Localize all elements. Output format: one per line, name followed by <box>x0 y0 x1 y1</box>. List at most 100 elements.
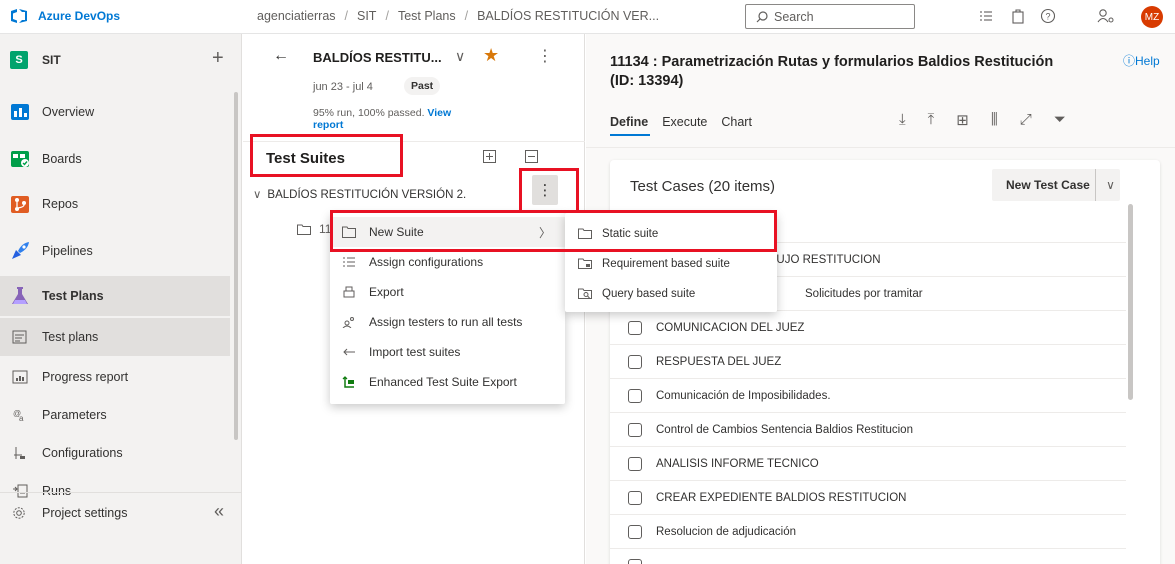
fullscreen-icon[interactable]: ⤢ <box>1020 111 1032 129</box>
grid-icon[interactable]: ⊞ <box>956 111 969 129</box>
sidebar-item-label: Pipelines <box>42 244 93 258</box>
menu-item-query-suite[interactable]: Query based suite <box>565 277 777 307</box>
row-checkbox[interactable] <box>628 491 642 505</box>
tab-define[interactable]: Define <box>610 115 648 129</box>
top-bar: Azure DevOps agenciatierras / SIT / Test Pla… <box>0 0 1175 34</box>
sidebar-subitem-progress-report[interactable]: Progress report <box>0 358 230 396</box>
plan-stats: 95% run, 100% passed. View report <box>313 107 473 131</box>
row-checkbox[interactable] <box>628 423 642 437</box>
pipelines-icon <box>12 242 29 259</box>
user-settings-icon[interactable] <box>1097 8 1115 24</box>
plan-stats-text: 95% run, 100% passed. <box>313 107 425 119</box>
static-suite-icon <box>297 224 311 235</box>
sidebar-item-overview[interactable]: Overview <box>0 92 230 132</box>
sidebar-item-boards[interactable]: Boards <box>0 139 230 179</box>
test-case-title: Control de Cambios Sentencia Baldios Res… <box>656 424 913 436</box>
table-row[interactable]: ANALISIS INFORME TECNICO <box>610 446 1126 480</box>
sidebar-subitem-configurations[interactable]: Configurations <box>0 434 230 472</box>
sidebar-item-pipelines[interactable]: Pipelines <box>0 231 230 271</box>
tab-chart[interactable]: Chart <box>721 115 752 129</box>
svg-text:a: a <box>19 414 24 422</box>
sidebar-subitem-parameters[interactable]: @ a Parameters <box>0 396 230 434</box>
chevron-down-icon[interactable]: ∨ <box>253 189 261 201</box>
search-placeholder: Search <box>774 9 814 24</box>
row-checkbox[interactable] <box>628 525 642 539</box>
task-list-icon[interactable] <box>978 8 994 24</box>
import-icon <box>343 348 355 356</box>
help-icon[interactable]: ? <box>1040 8 1056 24</box>
test-cases-scrollbar[interactable] <box>1128 204 1133 400</box>
row-checkbox[interactable] <box>628 389 642 403</box>
row-checkbox[interactable] <box>628 355 642 369</box>
breadcrumb-org[interactable]: agenciatierras <box>257 9 336 23</box>
menu-item-import-test-suites[interactable]: Import test suites <box>330 337 565 367</box>
breadcrumb-project[interactable]: SIT <box>357 9 376 23</box>
project-settings-link[interactable]: Project settings <box>0 493 210 533</box>
back-arrow-icon[interactable]: ← <box>273 47 289 65</box>
table-row[interactable]: COMUNICACION DEL JUEZ <box>610 310 1126 344</box>
add-icon[interactable]: + <box>212 47 224 70</box>
help-icon: ⓘ <box>1123 54 1136 68</box>
test-plans-list-icon <box>12 330 27 344</box>
plan-dates: jun 23 - jul 4 <box>313 81 373 93</box>
assign-testers-icon <box>342 317 354 328</box>
column-options-icon[interactable]: ⫼ <box>991 111 998 129</box>
search-box[interactable]: Search <box>745 4 915 29</box>
export-icon <box>343 286 355 298</box>
marketplace-icon[interactable] <box>1010 8 1026 24</box>
expand-all-icon[interactable] <box>483 150 496 163</box>
chevron-down-icon[interactable]: ∨ <box>1095 169 1125 201</box>
breadcrumb-plan[interactable]: BALDÍOS RESTITUCIÓN VER... <box>477 9 659 23</box>
suite-child-row[interactable]: 11 <box>297 222 331 236</box>
breadcrumb-test-plans[interactable]: Test Plans <box>398 9 456 23</box>
avatar[interactable]: MZ <box>1141 6 1163 28</box>
menu-item-enhanced-export[interactable]: Enhanced Test Suite Export <box>330 367 565 397</box>
table-row[interactable]: Control de Cambios Sentencia Baldios Res… <box>610 412 1126 446</box>
menu-item-export[interactable]: Export <box>330 277 565 307</box>
sidebar: S SIT + Overview Boards Repos Pipelines … <box>0 34 242 564</box>
enhanced-export-icon <box>342 376 354 388</box>
highlight-test-suites <box>250 134 403 177</box>
project-header[interactable]: S SIT + <box>0 40 242 82</box>
menu-item-label: Assign configurations <box>369 255 484 269</box>
test-case-title: Solicitudes por tramitar <box>805 288 923 300</box>
tab-execute[interactable]: Execute <box>662 115 707 129</box>
menu-item-assign-testers[interactable]: Assign testers to run all tests <box>330 307 565 337</box>
help-link[interactable]: ⓘHelp <box>1123 52 1160 69</box>
sidebar-scrollbar[interactable] <box>234 92 238 440</box>
sidebar-item-label: Test Plans <box>42 289 104 303</box>
sidebar-subitem-label: Configurations <box>42 446 123 460</box>
sidebar-item-test-plans[interactable]: Test Plans <box>0 276 230 316</box>
sidebar-subitem-label: Test plans <box>42 330 99 344</box>
row-checkbox[interactable] <box>628 457 642 471</box>
suite-root-row[interactable]: ∨ BALDÍOS RESTITUCIÓN VERSIÓN 2. <box>253 187 466 201</box>
test-case-title: COMUNICACION DEL JUEZ <box>656 322 805 334</box>
table-row[interactable] <box>610 548 1126 564</box>
plan-title[interactable]: BALDÍOS RESTITU... <box>313 50 442 65</box>
table-row[interactable]: CREAR EXPEDIENTE BALDIOS RESTITUCION <box>610 480 1126 514</box>
brand[interactable]: Azure DevOps <box>10 8 120 24</box>
collapse-all-icon[interactable] <box>525 150 538 163</box>
collapse-sidebar-icon[interactable]: « <box>214 501 224 522</box>
favorite-star-icon[interactable]: ★ <box>483 45 499 66</box>
table-row[interactable]: RESPUESTA DEL JUEZ <box>610 344 1126 378</box>
more-options-icon[interactable]: ⋮ <box>537 46 553 66</box>
query-suite-icon <box>578 288 592 299</box>
chevron-down-icon[interactable]: ∨ <box>455 48 465 65</box>
highlight-new-suite <box>330 210 777 252</box>
download-icon[interactable]: ⤓ <box>899 111 906 129</box>
project-name: SIT <box>42 53 61 67</box>
svg-text:?: ? <box>1045 12 1050 22</box>
row-checkbox[interactable] <box>628 559 642 564</box>
suite-root-name: BALDÍOS RESTITUCIÓN VERSIÓN 2. <box>267 189 467 201</box>
table-row[interactable]: Comunicación de Imposibilidades. <box>610 378 1126 412</box>
table-row[interactable]: Resolucion de adjudicación <box>610 514 1126 548</box>
sidebar-subitem-test-plans[interactable]: Test plans <box>0 318 230 356</box>
row-checkbox[interactable] <box>628 321 642 335</box>
test-cases-title: Test Cases (20 items) <box>630 178 776 195</box>
test-case-title: Resolucion de adjudicación <box>656 526 797 538</box>
sidebar-item-repos[interactable]: Repos <box>0 184 230 224</box>
upload-icon[interactable]: ⤒ <box>928 111 935 129</box>
filter-icon[interactable]: ⏷ <box>1054 111 1066 129</box>
search-icon <box>756 10 768 22</box>
